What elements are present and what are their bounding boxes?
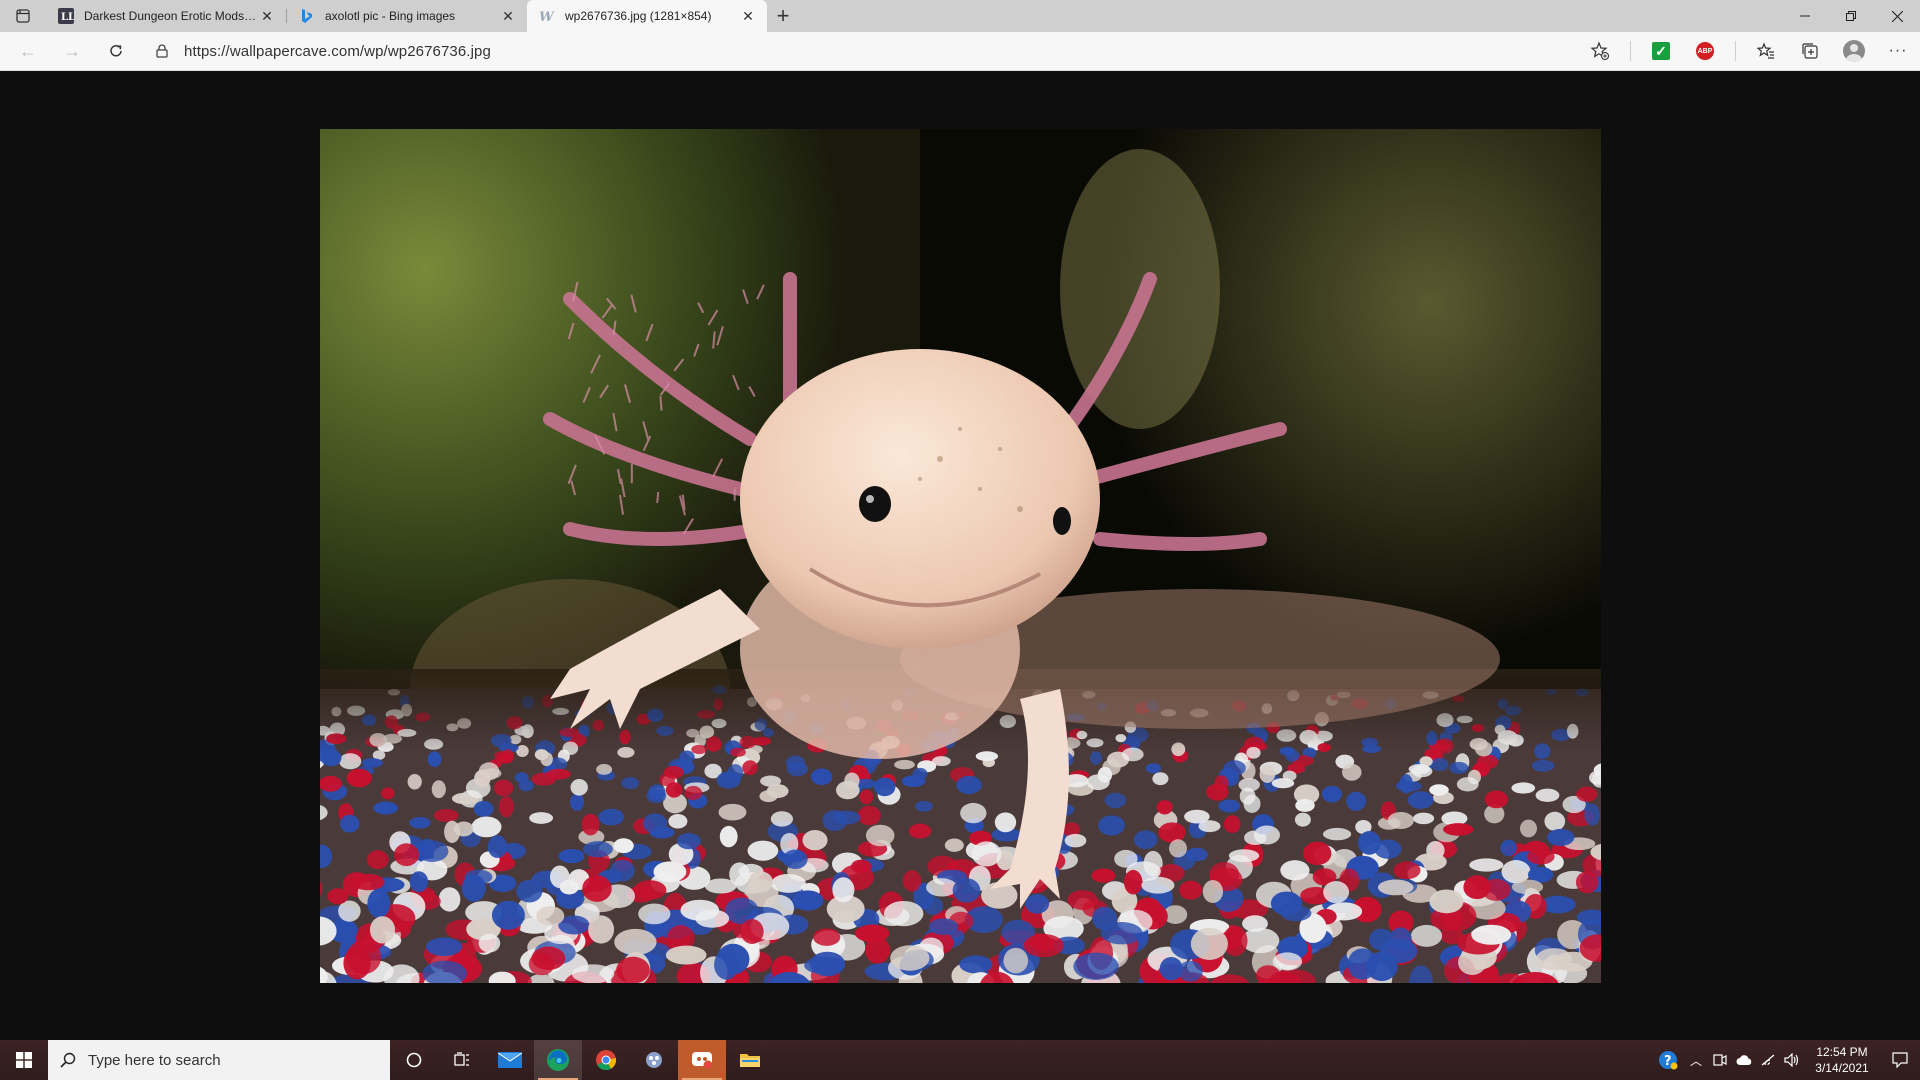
tab-strip: LL Darkest Dungeon Erotic Mods - F ✕ axo… xyxy=(0,0,1920,32)
minimize-icon xyxy=(1800,15,1810,17)
restore-button[interactable] xyxy=(1828,0,1874,32)
browser-toolbar: ← → https://wallpapercave.com/wp/wp26767… xyxy=(0,32,1920,71)
task-view-icon xyxy=(454,1052,469,1066)
arrow-right-icon: → xyxy=(63,40,81,61)
profile-button[interactable] xyxy=(1832,35,1876,67)
folder-icon xyxy=(740,1054,760,1067)
notification-icon xyxy=(1892,1052,1908,1068)
back-button[interactable]: ← xyxy=(6,35,50,67)
favorites-list-icon xyxy=(1757,42,1774,59)
toolbar-divider xyxy=(1735,41,1736,61)
favorites-button[interactable] xyxy=(1744,35,1788,67)
tab-darkest-dungeon[interactable]: LL Darkest Dungeon Erotic Mods - F ✕ xyxy=(46,0,286,32)
refresh-icon xyxy=(110,45,122,57)
checkmark-icon: ✓ xyxy=(1652,42,1670,60)
lock-icon[interactable] xyxy=(152,44,172,58)
chat-app-icon xyxy=(692,1052,713,1070)
collections-icon xyxy=(1802,43,1818,59)
action-center-button[interactable] xyxy=(1880,1040,1920,1080)
adblock-icon: ABP xyxy=(1696,42,1714,60)
windows-taskbar: Type here to search ? ︿ 12:54 PM 3/14/20… xyxy=(0,1040,1920,1080)
axolotl-image xyxy=(320,129,1601,983)
file-explorer-button[interactable] xyxy=(726,1040,774,1080)
game-controller-icon xyxy=(646,1052,662,1068)
wifi-icon xyxy=(1761,1054,1775,1066)
page-viewport xyxy=(0,71,1920,1040)
bing-icon xyxy=(299,8,315,24)
toolbar-divider xyxy=(1630,41,1631,61)
clock-date: 3/14/2021 xyxy=(1815,1061,1869,1075)
plus-icon: + xyxy=(776,3,790,28)
windows-logo-icon xyxy=(16,1052,32,1068)
tab-actions-button[interactable] xyxy=(0,0,46,32)
search-placeholder: Type here to search xyxy=(88,1051,221,1069)
chrome-icon xyxy=(596,1050,617,1071)
axolotl-photo[interactable] xyxy=(320,129,1601,983)
new-tab-button[interactable]: + xyxy=(767,0,799,32)
chrome-app-button[interactable] xyxy=(582,1040,630,1080)
restore-icon xyxy=(1846,11,1856,21)
speaker-icon xyxy=(1784,1053,1799,1067)
close-icon[interactable]: ✕ xyxy=(499,7,517,25)
svg-text:W: W xyxy=(539,10,555,24)
tab-title: axolotl pic - Bing images xyxy=(325,9,456,23)
close-icon[interactable]: ✕ xyxy=(739,7,757,25)
close-window-button[interactable] xyxy=(1874,0,1920,32)
wallpapercave-icon: W xyxy=(539,8,555,24)
edge-icon xyxy=(547,1049,569,1071)
chevron-up-icon: ︿ xyxy=(1689,1053,1702,1068)
volume-button[interactable] xyxy=(1780,1040,1804,1080)
close-icon[interactable]: ✕ xyxy=(258,7,276,25)
meet-now-icon xyxy=(1713,1054,1727,1066)
settings-more-button[interactable]: ··· xyxy=(1876,35,1920,67)
game-app-button[interactable] xyxy=(630,1040,678,1080)
edge-app-button[interactable] xyxy=(534,1040,582,1080)
tab-title: Darkest Dungeon Erotic Mods - F xyxy=(84,9,258,23)
close-icon xyxy=(1891,10,1903,22)
tab-wallpaper-image[interactable]: W wp2676736.jpg (1281×854) ✕ xyxy=(527,0,767,32)
onedrive-button[interactable] xyxy=(1732,1040,1756,1080)
search-icon xyxy=(60,1052,78,1068)
forward-button[interactable]: → xyxy=(50,35,94,67)
cortana-icon xyxy=(406,1052,422,1068)
svg-text:LL: LL xyxy=(61,12,74,23)
clock-time: 12:54 PM xyxy=(1816,1045,1868,1059)
adblock-plus-button[interactable]: ABP xyxy=(1683,35,1727,67)
tab-bing-images[interactable]: axolotl pic - Bing images ✕ xyxy=(287,0,527,32)
help-tray-button[interactable]: ? xyxy=(1652,1040,1684,1080)
address-bar[interactable]: https://wallpapercave.com/wp/wp2676736.j… xyxy=(152,36,1622,66)
url-text[interactable]: https://wallpapercave.com/wp/wp2676736.j… xyxy=(184,43,491,60)
profile-avatar-icon xyxy=(1843,40,1865,62)
mail-icon xyxy=(498,1052,522,1068)
help-icon: ? xyxy=(1659,1051,1678,1070)
start-button[interactable] xyxy=(0,1040,48,1080)
cloud-icon xyxy=(1736,1055,1752,1065)
network-button[interactable] xyxy=(1756,1040,1780,1080)
window-controls xyxy=(1782,0,1920,32)
show-hidden-icons-button[interactable]: ︿ xyxy=(1684,1040,1708,1080)
more-dots-icon: ··· xyxy=(1888,42,1908,59)
system-tray: ? ︿ 12:54 PM 3/14/2021 xyxy=(1652,1040,1920,1080)
collections-button[interactable] xyxy=(1788,35,1832,67)
minimize-button[interactable] xyxy=(1782,0,1828,32)
task-view-button[interactable] xyxy=(438,1040,486,1080)
tab-actions-icon xyxy=(16,9,30,23)
taskbar-search-input[interactable]: Type here to search xyxy=(48,1040,390,1080)
refresh-button[interactable] xyxy=(94,35,138,67)
ll-site-icon: LL xyxy=(58,8,74,24)
mail-app-button[interactable] xyxy=(486,1040,534,1080)
tab-title: wp2676736.jpg (1281×854) xyxy=(565,9,712,23)
meet-now-button[interactable] xyxy=(1708,1040,1732,1080)
arrow-left-icon: ← xyxy=(19,40,37,61)
discord-app-button[interactable] xyxy=(678,1040,726,1080)
add-favorite-icon[interactable] xyxy=(1590,41,1610,61)
extension-check-button[interactable]: ✓ xyxy=(1639,35,1683,67)
cortana-button[interactable] xyxy=(390,1040,438,1080)
svg-text:?: ? xyxy=(1664,1054,1672,1069)
taskbar-clock[interactable]: 12:54 PM 3/14/2021 xyxy=(1804,1044,1880,1076)
